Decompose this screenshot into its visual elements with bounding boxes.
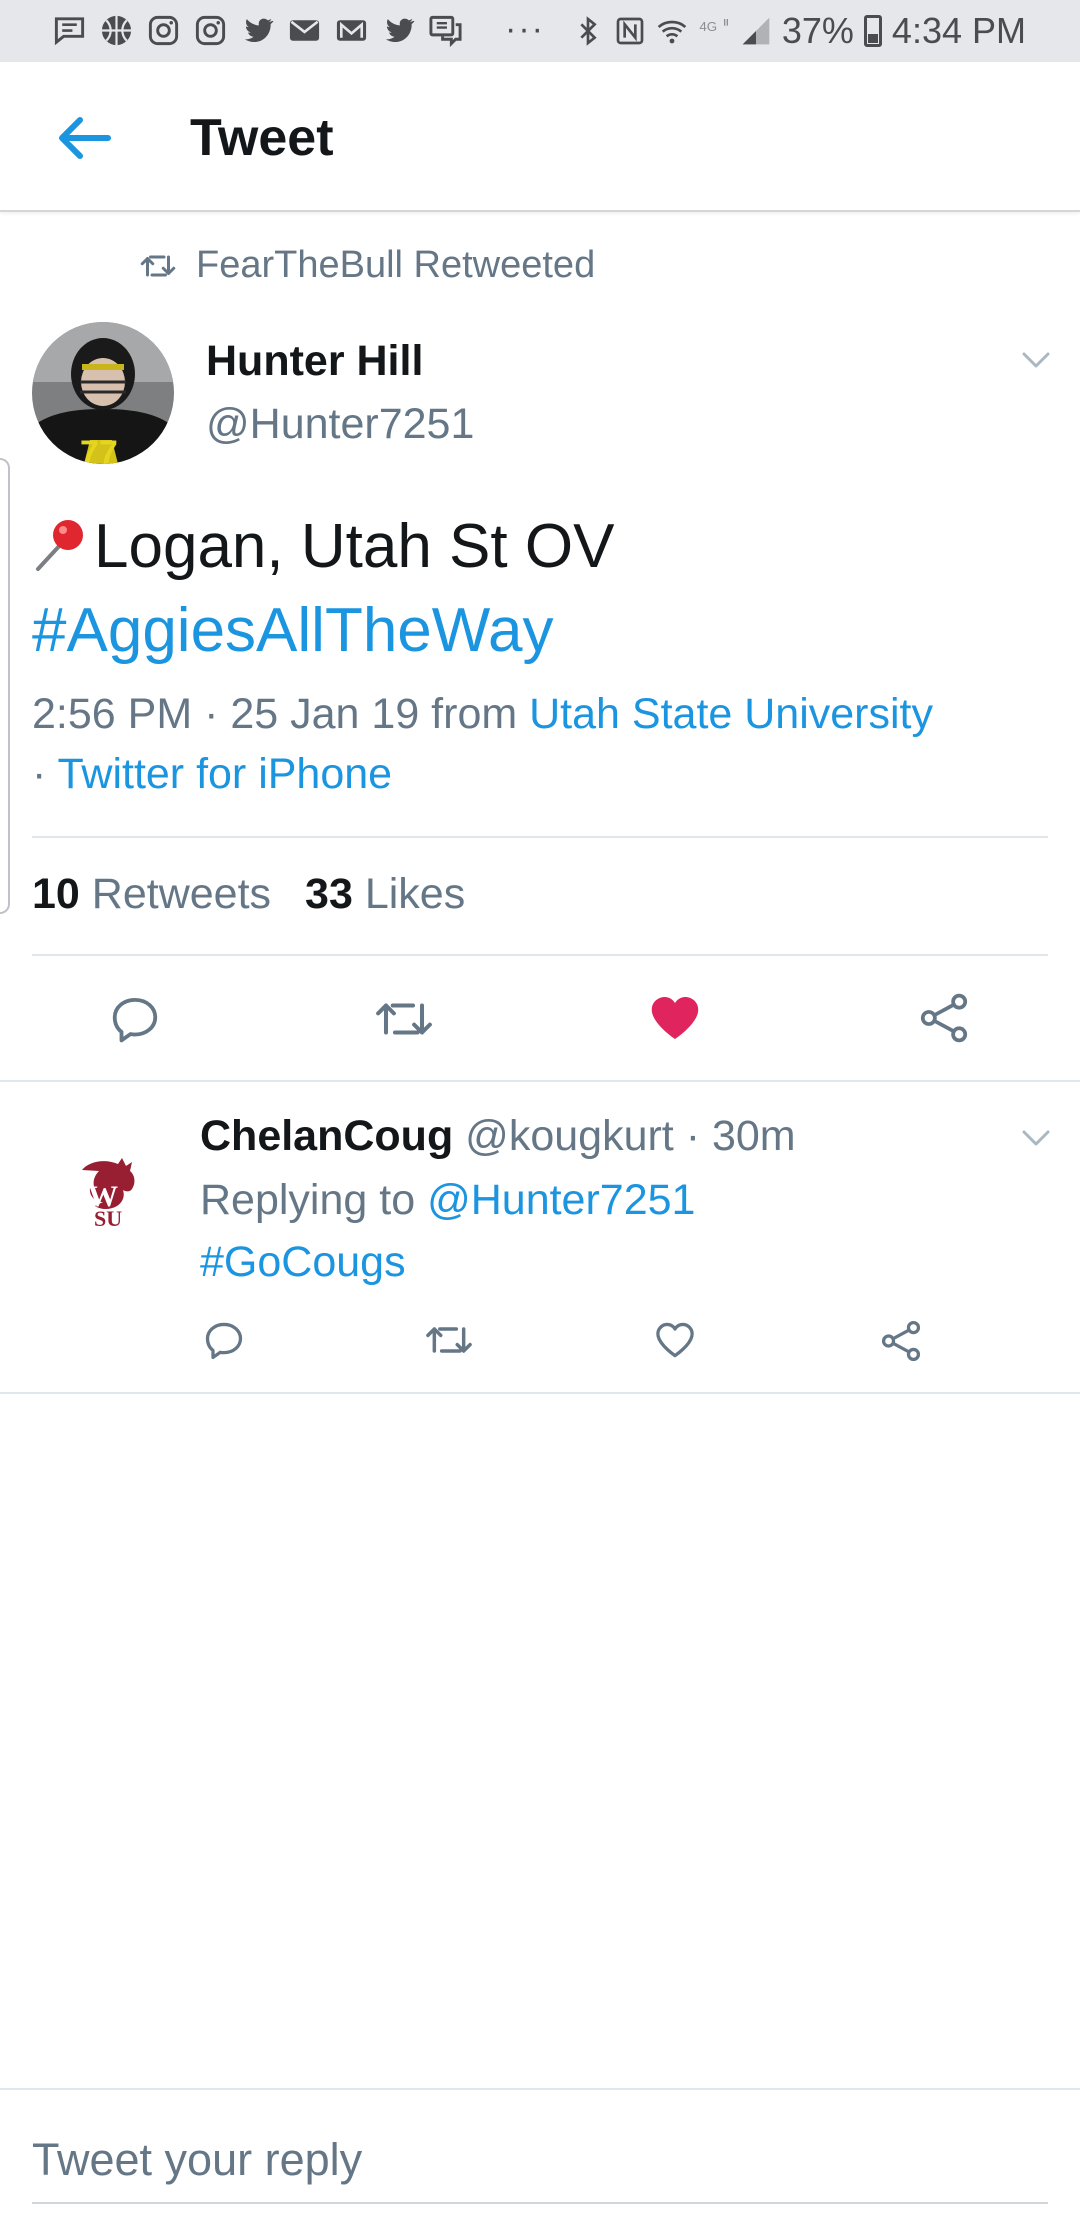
svg-text:SU: SU <box>94 1206 122 1231</box>
divider <box>0 1080 1080 1082</box>
author-name[interactable]: Hunter Hill <box>206 337 423 386</box>
more-notifications: ··· <box>505 10 545 48</box>
reply-input[interactable] <box>32 2130 1032 2190</box>
4g-icon: 4G <box>699 19 728 34</box>
reply-author-name[interactable]: ChelanCoug <box>200 1112 453 1160</box>
likes-label: Likes <box>364 870 466 918</box>
svg-text:77: 77 <box>80 434 118 464</box>
compose-divider <box>0 2088 1080 2090</box>
app-bar: Tweet <box>0 62 1080 212</box>
retweets-count: 10 <box>32 870 80 918</box>
share-icon[interactable] <box>916 990 972 1046</box>
tweet-body: Logan, Utah St OV <box>94 512 615 581</box>
chat-icon <box>429 15 462 48</box>
tweet-stats: 10 Retweets 33 Likes <box>32 870 465 919</box>
chevron-down-icon[interactable] <box>1018 1126 1054 1150</box>
retweets-label: Retweets <box>91 870 272 918</box>
avatar[interactable]: 77 <box>32 322 174 464</box>
reply-hashtag-link[interactable]: #GoCougs <box>200 1234 406 1290</box>
nfc-icon <box>616 17 644 45</box>
reply-icon[interactable] <box>108 992 162 1046</box>
battery-percent: 37% <box>781 10 854 51</box>
back-arrow-icon[interactable] <box>52 106 116 170</box>
instagram-icon <box>195 15 226 46</box>
hashtag-link[interactable]: #AggiesAllTheWay <box>32 589 614 673</box>
battery-icon <box>863 15 882 47</box>
like-icon[interactable] <box>652 1318 698 1362</box>
reply-header: ChelanCoug @kougkurt · 30m <box>200 1108 796 1164</box>
likes-count: 33 <box>305 870 353 918</box>
edge-indicator <box>0 458 10 914</box>
reply-icon[interactable] <box>202 1318 246 1362</box>
meta-separator: · <box>32 750 58 798</box>
retweet-context[interactable]: FearTheBull Retweeted <box>140 244 595 287</box>
retweet-icon <box>140 255 176 276</box>
retweet-icon[interactable] <box>424 1318 474 1362</box>
location-link[interactable]: Utah State University <box>529 690 933 738</box>
replying-to-handle[interactable]: @Hunter7251 <box>427 1176 695 1224</box>
bluetooth-icon <box>580 16 597 46</box>
tweet-meta: 2:56 PM · 25 Jan 19 from Utah State Univ… <box>32 684 1032 804</box>
replying-to: Replying to @Hunter7251 <box>200 1172 695 1228</box>
twitter-icon <box>244 18 274 43</box>
clock: 4:34 PM <box>891 10 1026 51</box>
wifi-icon <box>657 20 687 44</box>
like-icon[interactable] <box>646 990 704 1046</box>
tweet-timestamp: 2:56 PM · 25 Jan 19 from <box>32 690 530 738</box>
signal-icon <box>742 17 770 45</box>
share-icon[interactable] <box>878 1318 924 1364</box>
reply-author-handle[interactable]: @kougkurt <box>465 1112 674 1160</box>
pin-icon <box>36 520 83 571</box>
replying-to-label: Replying to <box>200 1176 428 1224</box>
compose-underline <box>32 2202 1048 2204</box>
chevron-down-icon[interactable] <box>1018 348 1054 372</box>
page-title: Tweet <box>190 109 334 167</box>
status-bar: ··· 4G 37% 4:34 PM <box>0 0 1080 62</box>
retweet-icon[interactable] <box>374 992 434 1046</box>
divider <box>32 954 1048 956</box>
gmail-icon <box>336 20 367 41</box>
reply-time: · 30m <box>685 1112 796 1160</box>
svg-text:4G: 4G <box>699 19 717 34</box>
message-icon <box>54 17 85 46</box>
mail-icon <box>289 20 320 41</box>
author-handle[interactable]: @Hunter7251 <box>206 400 474 449</box>
divider <box>32 836 1048 838</box>
instagram-icon <box>148 15 179 46</box>
source-link[interactable]: Twitter for iPhone <box>58 750 393 798</box>
notification-icons <box>52 13 463 48</box>
basketball-icon <box>101 15 132 46</box>
tweet-text: Logan, Utah St OV #AggiesAllTheWay <box>32 505 614 673</box>
retweet-context-text: FearTheBull Retweeted <box>196 244 596 286</box>
reply-avatar[interactable]: W SU <box>54 1140 154 1240</box>
system-status: 4G 37% 4:34 PM <box>572 10 1026 52</box>
likes-stat[interactable]: 33 Likes <box>305 870 465 919</box>
twitter-icon <box>385 18 415 43</box>
divider <box>0 1392 1080 1394</box>
retweets-stat[interactable]: 10 Retweets <box>32 870 271 919</box>
